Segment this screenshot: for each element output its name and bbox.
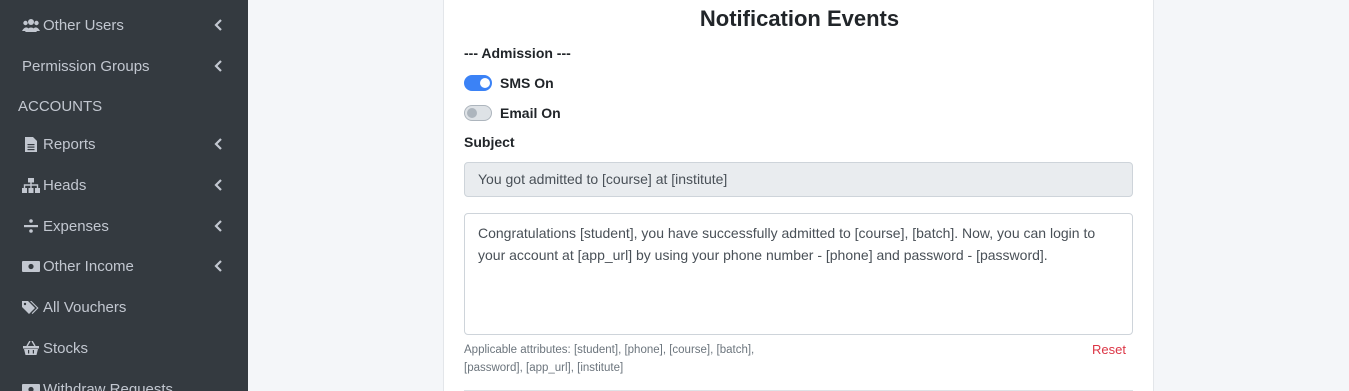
sidebar-item-expenses[interactable]: Expenses: [0, 208, 248, 244]
email-toggle[interactable]: [464, 105, 492, 121]
money-icon: [22, 381, 40, 391]
toggle-knob: [480, 78, 490, 88]
sidebar-item-other-income[interactable]: Other Income: [0, 248, 248, 284]
email-toggle-row: Email On: [464, 105, 561, 121]
chevron-left-icon: [214, 260, 222, 272]
sidebar-item-label: Expenses: [43, 217, 109, 235]
subject-label: Subject: [464, 134, 515, 150]
sidebar-item-label: Permission Groups: [22, 57, 150, 75]
sidebar-section-header: ACCOUNTS: [18, 98, 103, 115]
sms-toggle-row: SMS On: [464, 75, 554, 91]
divide-icon: [22, 218, 40, 234]
sms-toggle[interactable]: [464, 75, 492, 91]
sidebar-item-label: Heads: [43, 176, 87, 194]
sidebar-item-other-users[interactable]: Other Users: [0, 7, 248, 43]
sidebar-item-permission-groups[interactable]: Permission Groups: [0, 48, 248, 84]
users-icon: [22, 17, 40, 33]
tags-icon: [22, 299, 40, 315]
sidebar-item-label: Other Income: [43, 257, 134, 275]
subject-input[interactable]: You got admitted to [course] at [institu…: [464, 162, 1133, 197]
sidebar-item-all-vouchers[interactable]: All Vouchers: [0, 289, 248, 325]
sidebar: Other Users Permission Groups ACCOUNTS R…: [0, 0, 248, 391]
sidebar-item-reports[interactable]: Reports: [0, 126, 248, 162]
sidebar-item-label: Withdraw Requests: [43, 380, 174, 391]
sidebar-item-label: All Vouchers: [43, 298, 127, 316]
chevron-left-icon: [214, 179, 222, 191]
chevron-left-icon: [214, 60, 222, 72]
file-icon: [22, 136, 40, 152]
sidebar-item-stocks[interactable]: Stocks: [0, 330, 248, 366]
chevron-left-icon: [214, 220, 222, 232]
notification-events-card: Notification Events --- Admission --- SM…: [443, 0, 1154, 391]
email-toggle-label: Email On: [500, 105, 561, 121]
basket-icon: [22, 340, 40, 356]
message-textarea[interactable]: Congratulations [student], you have succ…: [464, 213, 1133, 335]
toggle-knob: [467, 108, 477, 118]
sidebar-item-label: Reports: [43, 135, 96, 153]
section-heading: --- Admission ---: [464, 45, 571, 61]
chevron-left-icon: [214, 19, 222, 31]
sidebar-item-label: Other Users: [43, 16, 124, 34]
sitemap-icon: [22, 177, 40, 193]
page-title: Notification Events: [699, 6, 900, 31]
money-icon: [22, 258, 40, 274]
sidebar-item-withdraw-requests[interactable]: Withdraw Requests: [0, 371, 248, 391]
sms-toggle-label: SMS On: [500, 75, 554, 91]
chevron-left-icon: [214, 138, 222, 150]
applicable-attributes-help: Applicable attributes: [student], [phone…: [464, 344, 755, 374]
reset-link[interactable]: Reset: [1092, 341, 1126, 359]
sidebar-item-label: Stocks: [43, 339, 89, 357]
sidebar-item-heads[interactable]: Heads: [0, 167, 248, 203]
